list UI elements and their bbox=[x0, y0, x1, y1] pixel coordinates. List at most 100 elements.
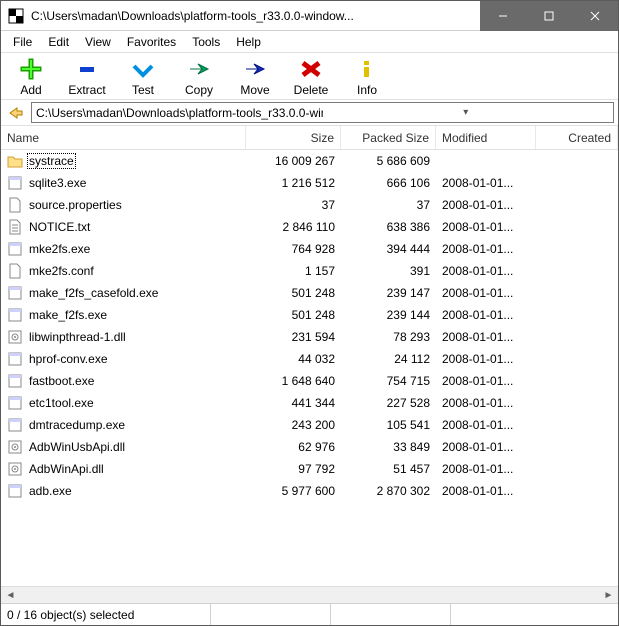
exe-icon bbox=[7, 483, 23, 499]
file-packed-size: 391 bbox=[341, 264, 436, 278]
path-input[interactable]: C:\Users\madan\Downloads\platform-tools_… bbox=[31, 102, 614, 123]
toolbar-delete-button[interactable]: Delete bbox=[287, 57, 335, 97]
window-title: C:\Users\madan\Downloads\platform-tools_… bbox=[31, 9, 480, 23]
file-modified: 2008-01-01... bbox=[436, 396, 536, 410]
file-modified: 2008-01-01... bbox=[436, 484, 536, 498]
status-seg2 bbox=[211, 604, 331, 625]
file-row[interactable]: make_f2fs_casefold.exe501 248239 1472008… bbox=[1, 282, 618, 304]
toolbar-copy-button[interactable]: Copy bbox=[175, 57, 223, 97]
file-packed-size: 78 293 bbox=[341, 330, 436, 344]
up-button[interactable] bbox=[5, 103, 27, 123]
file-size: 243 200 bbox=[246, 418, 341, 432]
scroll-right-icon[interactable]: ► bbox=[600, 588, 617, 603]
info-icon bbox=[353, 57, 381, 81]
file-modified: 2008-01-01... bbox=[436, 330, 536, 344]
minimize-button[interactable] bbox=[480, 1, 526, 31]
dll-icon bbox=[7, 461, 23, 477]
file-row[interactable]: NOTICE.txt 2 846 110638 3862008-01-01... bbox=[1, 216, 618, 238]
file-row[interactable]: mke2fs.conf1 1573912008-01-01... bbox=[1, 260, 618, 282]
scroll-left-icon[interactable]: ◄ bbox=[2, 588, 19, 603]
file-row[interactable]: hprof-conv.exe44 03224 1122008-01-01... bbox=[1, 348, 618, 370]
txt-icon bbox=[7, 219, 23, 235]
app-icon bbox=[7, 7, 25, 25]
file-modified: 2008-01-01... bbox=[436, 242, 536, 256]
file-packed-size: 239 144 bbox=[341, 308, 436, 322]
file-icon bbox=[7, 197, 23, 213]
toolbar-info-button[interactable]: Info bbox=[343, 57, 391, 97]
file-row[interactable]: mke2fs.exe764 928394 4442008-01-01... bbox=[1, 238, 618, 260]
pathbar: C:\Users\madan\Downloads\platform-tools_… bbox=[1, 100, 618, 126]
delete-icon bbox=[297, 57, 325, 81]
file-packed-size: 51 457 bbox=[341, 462, 436, 476]
file-modified: 2008-01-01... bbox=[436, 220, 536, 234]
file-packed-size: 33 849 bbox=[341, 440, 436, 454]
menu-favorites[interactable]: Favorites bbox=[119, 33, 184, 51]
toolbar-label: Test bbox=[132, 83, 154, 97]
file-name: mke2fs.conf bbox=[27, 263, 96, 279]
file-name: AdbWinUsbApi.dll bbox=[27, 439, 127, 455]
toolbar-extract-button[interactable]: Extract bbox=[63, 57, 111, 97]
file-packed-size: 24 112 bbox=[341, 352, 436, 366]
col-packed-size[interactable]: Packed Size bbox=[341, 126, 436, 149]
file-size: 2 846 110 bbox=[246, 220, 341, 234]
file-row[interactable]: sqlite3.exe1 216 512666 1062008-01-01... bbox=[1, 172, 618, 194]
menubar: File Edit View Favorites Tools Help bbox=[1, 31, 618, 53]
col-created[interactable]: Created bbox=[536, 126, 618, 149]
menu-tools[interactable]: Tools bbox=[184, 33, 228, 51]
maximize-button[interactable] bbox=[526, 1, 572, 31]
file-list: Name Size Packed Size Modified Created s… bbox=[1, 126, 618, 603]
col-name[interactable]: Name bbox=[1, 126, 246, 149]
file-packed-size: 239 147 bbox=[341, 286, 436, 300]
file-row[interactable]: adb.exe5 977 6002 870 3022008-01-01... bbox=[1, 480, 618, 502]
close-button[interactable] bbox=[572, 1, 618, 31]
menu-file[interactable]: File bbox=[5, 33, 40, 51]
status-selection: 0 / 16 object(s) selected bbox=[1, 604, 211, 625]
menu-view[interactable]: View bbox=[77, 33, 119, 51]
file-name: libwinpthread-1.dll bbox=[27, 329, 128, 345]
file-packed-size: 5 686 609 bbox=[341, 154, 436, 168]
file-row[interactable]: dmtracedump.exe243 200105 5412008-01-01.… bbox=[1, 414, 618, 436]
toolbar-move-button[interactable]: Move bbox=[231, 57, 279, 97]
file-packed-size: 37 bbox=[341, 198, 436, 212]
toolbar-test-button[interactable]: Test bbox=[119, 57, 167, 97]
file-name: adb.exe bbox=[27, 483, 74, 499]
path-dropdown-icon[interactable]: ▾ bbox=[323, 107, 610, 118]
file-modified: 2008-01-01... bbox=[436, 308, 536, 322]
toolbar-label: Extract bbox=[68, 83, 105, 97]
file-packed-size: 638 386 bbox=[341, 220, 436, 234]
copy-icon bbox=[185, 57, 213, 81]
exe-icon bbox=[7, 395, 23, 411]
file-row[interactable]: source.properties37372008-01-01... bbox=[1, 194, 618, 216]
toolbar-label: Copy bbox=[185, 83, 213, 97]
file-name: systrace bbox=[27, 153, 76, 169]
menu-help[interactable]: Help bbox=[228, 33, 269, 51]
toolbar-label: Info bbox=[357, 83, 377, 97]
file-packed-size: 105 541 bbox=[341, 418, 436, 432]
file-size: 501 248 bbox=[246, 286, 341, 300]
menu-edit[interactable]: Edit bbox=[40, 33, 77, 51]
exe-icon bbox=[7, 241, 23, 257]
file-name: hprof-conv.exe bbox=[27, 351, 110, 367]
toolbar-add-button[interactable]: Add bbox=[7, 57, 55, 97]
file-size: 1 648 640 bbox=[246, 374, 341, 388]
titlebar[interactable]: C:\Users\madan\Downloads\platform-tools_… bbox=[1, 1, 618, 31]
move-icon bbox=[241, 57, 269, 81]
file-row[interactable]: AdbWinUsbApi.dll62 97633 8492008-01-01..… bbox=[1, 436, 618, 458]
file-name: NOTICE.txt bbox=[27, 219, 92, 235]
hscrollbar[interactable]: ◄ ► bbox=[1, 586, 618, 603]
file-row[interactable]: etc1tool.exe441 344227 5282008-01-01... bbox=[1, 392, 618, 414]
status-seg3 bbox=[331, 604, 451, 625]
folder-icon bbox=[7, 153, 23, 169]
exe-icon bbox=[7, 175, 23, 191]
file-packed-size: 666 106 bbox=[341, 176, 436, 190]
file-row[interactable]: systrace16 009 2675 686 609 bbox=[1, 150, 618, 172]
file-row[interactable]: fastboot.exe1 648 640754 7152008-01-01..… bbox=[1, 370, 618, 392]
file-size: 44 032 bbox=[246, 352, 341, 366]
file-row[interactable]: make_f2fs.exe501 248239 1442008-01-01... bbox=[1, 304, 618, 326]
col-size[interactable]: Size bbox=[246, 126, 341, 149]
file-row[interactable]: AdbWinApi.dll97 79251 4572008-01-01... bbox=[1, 458, 618, 480]
toolbar: Add Extract Test Copy MoveDelete Info bbox=[1, 53, 618, 100]
file-size: 97 792 bbox=[246, 462, 341, 476]
col-modified[interactable]: Modified bbox=[436, 126, 536, 149]
file-row[interactable]: libwinpthread-1.dll231 59478 2932008-01-… bbox=[1, 326, 618, 348]
